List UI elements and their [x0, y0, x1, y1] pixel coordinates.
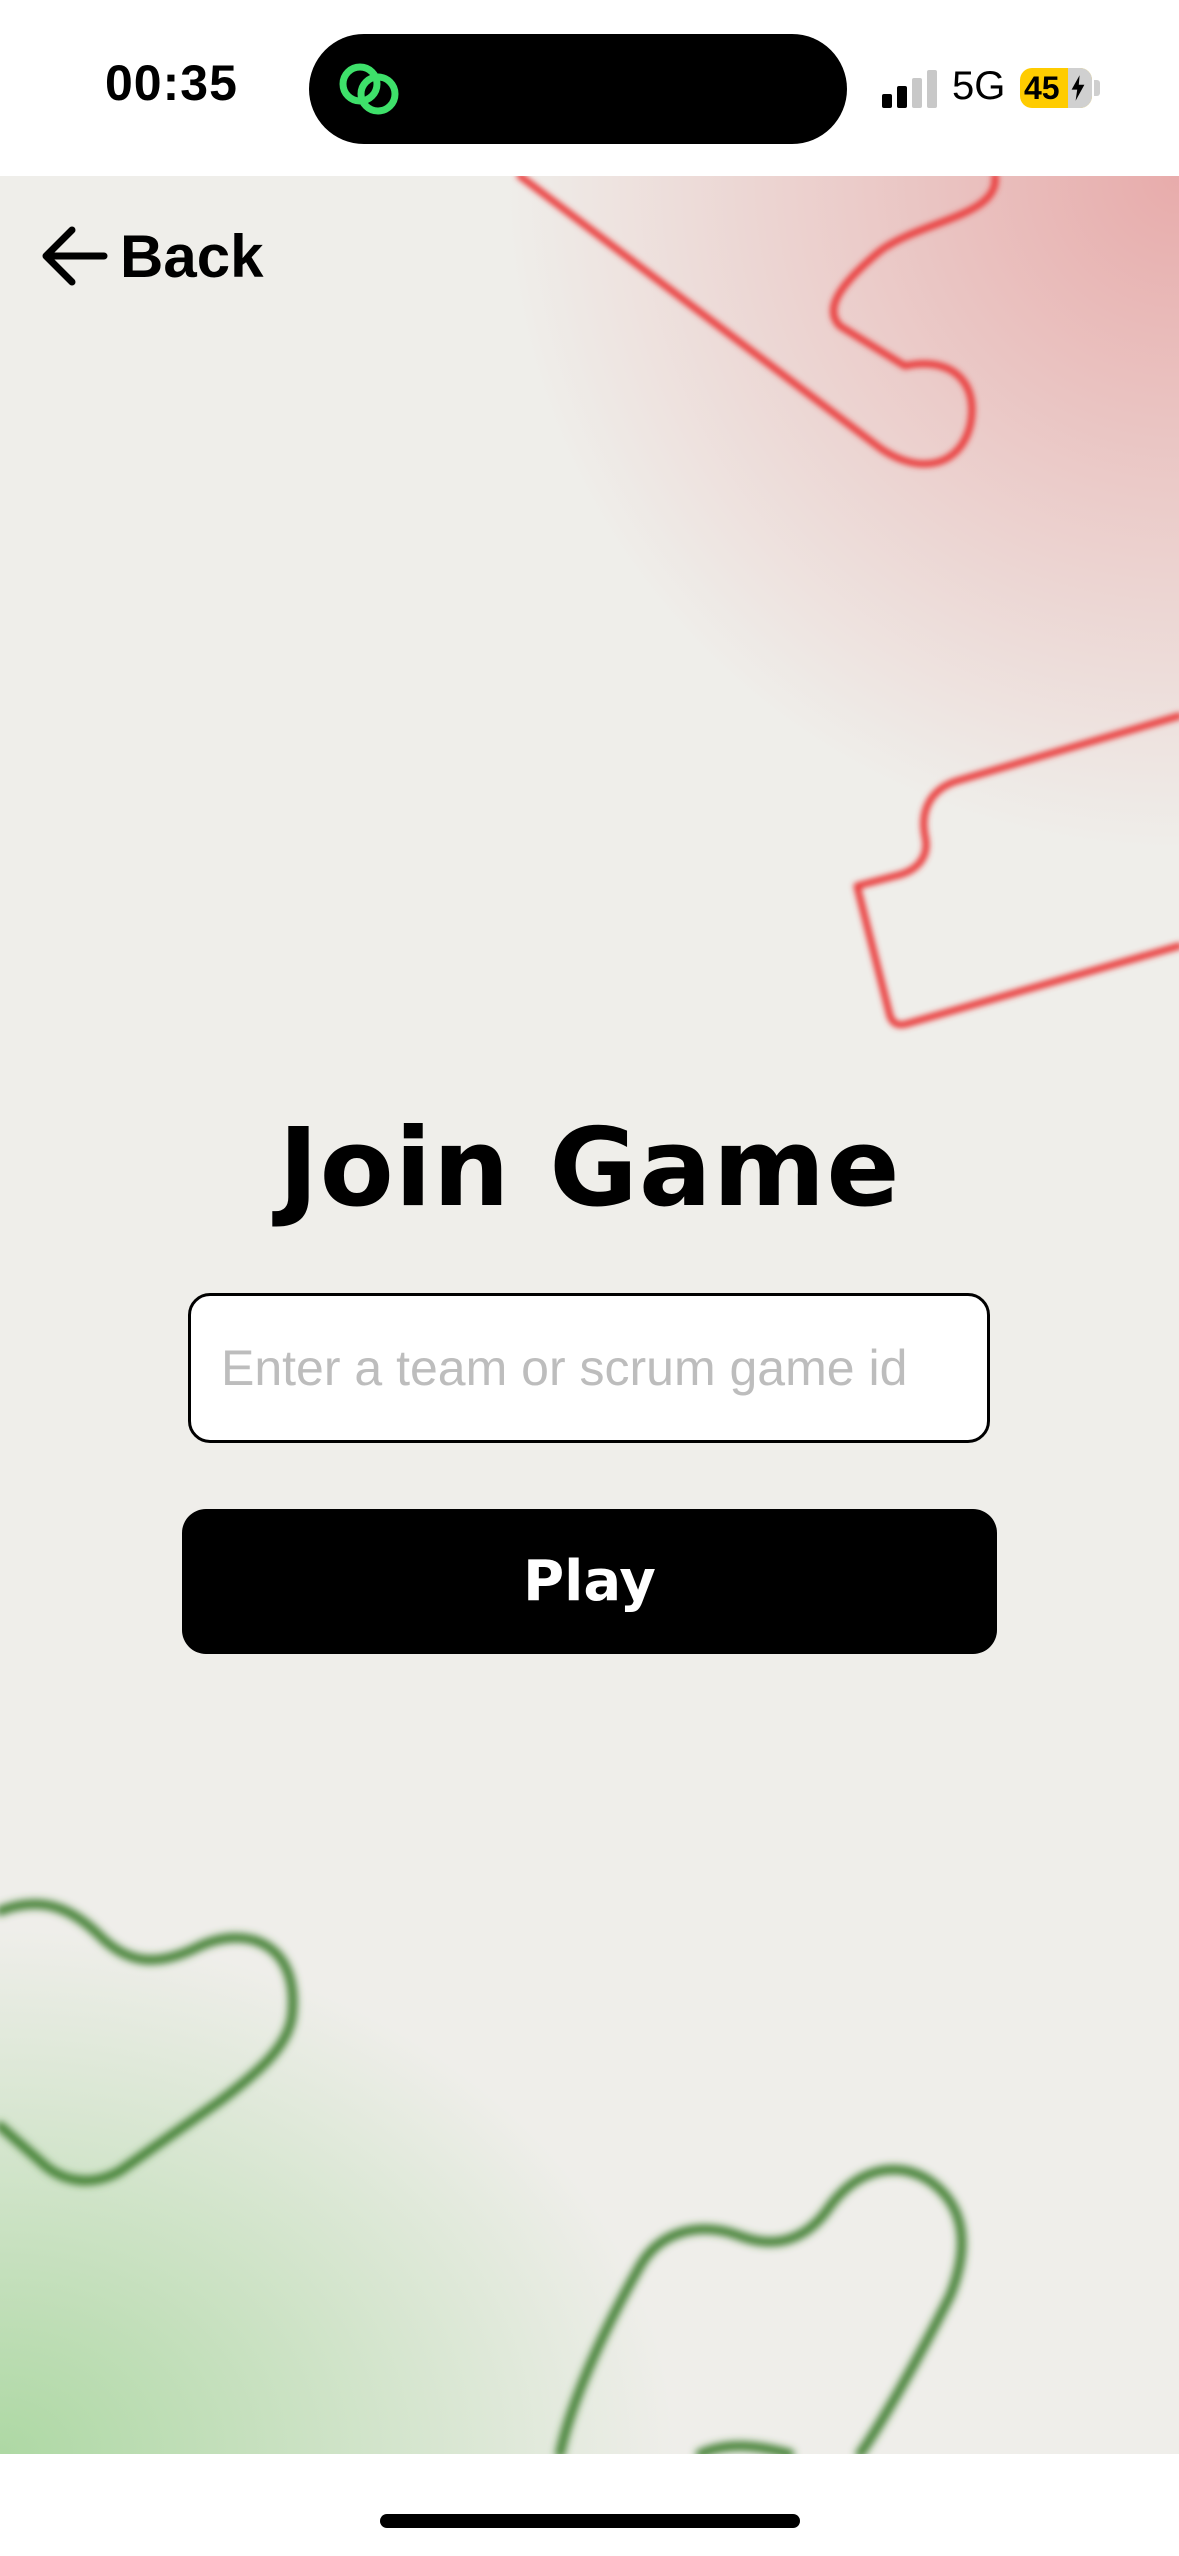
play-button[interactable]: Play [182, 1509, 997, 1654]
network-type: 5G [952, 64, 1006, 108]
arrow-left-icon [42, 226, 108, 286]
battery-level: 45 [1024, 70, 1060, 106]
home-indicator-area [0, 2454, 1179, 2556]
join-game-screen: Back Join Game Play [0, 176, 1179, 2454]
battery-indicator: 45 [1020, 68, 1092, 108]
status-bar: 00:35 5G 45 [0, 0, 1179, 176]
red-puzzle-outline-right [853, 712, 1179, 1029]
battery-cap [1094, 80, 1100, 96]
page-title: Join Game [278, 1106, 901, 1231]
status-time: 00:35 [105, 55, 238, 111]
green-puzzle-outline-bottom [555, 2165, 967, 2454]
dynamic-island [309, 34, 847, 144]
red-puzzle-outline-top [516, 176, 999, 468]
back-label: Back [120, 222, 264, 290]
charging-bolt-icon [1071, 75, 1085, 101]
game-id-input[interactable] [188, 1293, 990, 1443]
link-rings-icon [339, 63, 399, 115]
signal-bars-icon [882, 70, 937, 108]
home-indicator[interactable] [380, 2514, 800, 2528]
back-button[interactable]: Back [38, 216, 263, 296]
green-puzzle-outline-left [0, 1899, 298, 2186]
